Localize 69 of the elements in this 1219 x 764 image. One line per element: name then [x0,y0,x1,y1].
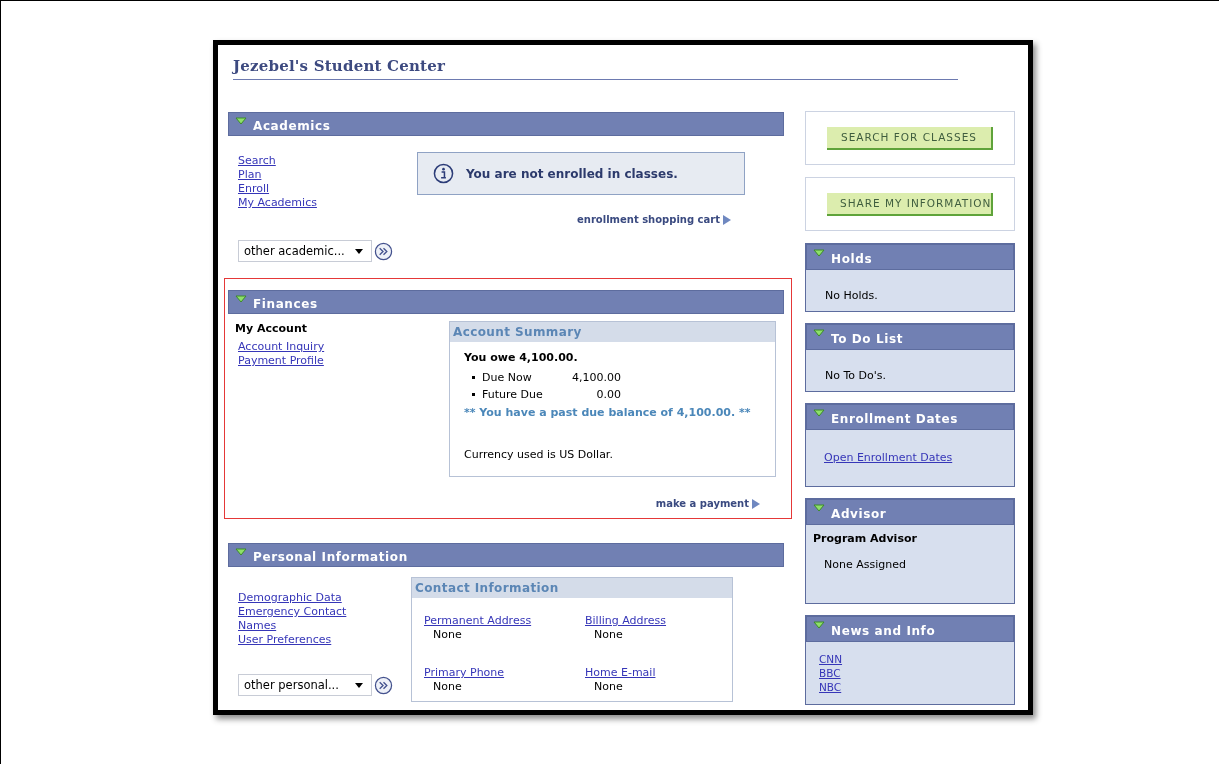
item-amount: 4,100.00 [571,371,621,384]
link[interactable]: Permanent Address [424,614,532,628]
advisor-name: None Assigned [824,558,907,571]
link[interactable]: Names [238,619,277,633]
section-title: To Do List [831,330,904,346]
collapse-toggle-icon[interactable] [813,249,825,259]
bullet-icon [472,376,475,379]
field-value: None [432,628,462,642]
section-title: Academics [253,117,331,133]
link[interactable]: My Academics [238,196,317,210]
item-label: Future Due [482,388,544,401]
link[interactable]: User Preferences [238,633,332,647]
collapse-toggle-icon[interactable] [235,117,247,127]
section-title: Advisor [831,505,887,521]
panel-text: No Holds. [825,289,879,302]
link[interactable]: Plan [238,168,262,182]
dropdown[interactable]: other academic... [238,240,372,262]
collapse-toggle-icon[interactable] [235,548,247,558]
collapse-toggle-icon[interactable] [813,329,825,339]
action-button[interactable]: SEARCH FOR CLASSES [827,126,993,150]
collapse-toggle-icon[interactable] [235,295,247,305]
field-value: None [432,680,462,694]
go-button[interactable] [374,241,393,261]
field-value: None [593,680,623,694]
link[interactable]: Primary Phone [424,666,505,680]
bullet-icon [472,393,475,396]
link[interactable]: enrollment shopping cart [577,214,731,225]
action-button[interactable]: SHARE MY INFORMATION [827,192,993,216]
section-title: Finances [253,295,318,311]
link[interactable]: Account Inquiry [238,340,325,354]
link[interactable]: Search [238,154,276,168]
warning-text: ** You have a past due balance of 4,100.00. ** [464,406,752,419]
link[interactable]: Home E-mail [585,666,656,680]
link[interactable]: NBC [819,680,842,694]
field-value: None [593,628,623,642]
advisor-label: Program Advisor [813,532,918,545]
box-title: Contact Information [412,578,732,598]
arrow-icon [752,498,760,509]
collapse-toggle-icon[interactable] [813,504,825,514]
info-icon [433,163,454,184]
link[interactable]: Enroll [238,182,270,196]
item-amount: 0.00 [595,388,621,401]
item-label: Due Now [482,371,533,384]
dropdown[interactable]: other personal... [238,674,372,696]
notice-text: You are not enrolled in classes. [466,166,678,181]
amount-owed: You owe 4,100.00. [464,351,579,364]
caret-icon [355,682,363,688]
section-title: Holds [831,250,873,266]
arrow-icon [723,214,731,225]
link[interactable]: Demographic Data [238,591,342,605]
group-label: My Account [235,322,307,335]
caret-icon [355,248,363,254]
collapse-toggle-icon[interactable] [813,621,825,631]
link[interactable]: CNN [819,652,843,666]
currency-note: Currency used is US Dollar. [464,448,614,461]
box-title: Account Summary [450,322,775,342]
link[interactable]: Open Enrollment Dates [824,451,953,465]
link[interactable]: BBC [819,666,841,680]
section-title: News and Info [831,622,936,638]
link[interactable]: Billing Address [585,614,667,628]
section-title: Enrollment Dates [831,410,958,426]
link[interactable]: make a payment [655,498,760,509]
link[interactable]: Emergency Contact [238,605,347,619]
panel-text: No To Do's. [825,369,887,382]
page-title: Jezebel's Student Center [233,57,958,80]
section-title: Personal Information [253,548,408,564]
link[interactable]: Payment Profile [238,354,324,368]
go-button[interactable] [374,675,393,695]
collapse-toggle-icon[interactable] [813,409,825,419]
